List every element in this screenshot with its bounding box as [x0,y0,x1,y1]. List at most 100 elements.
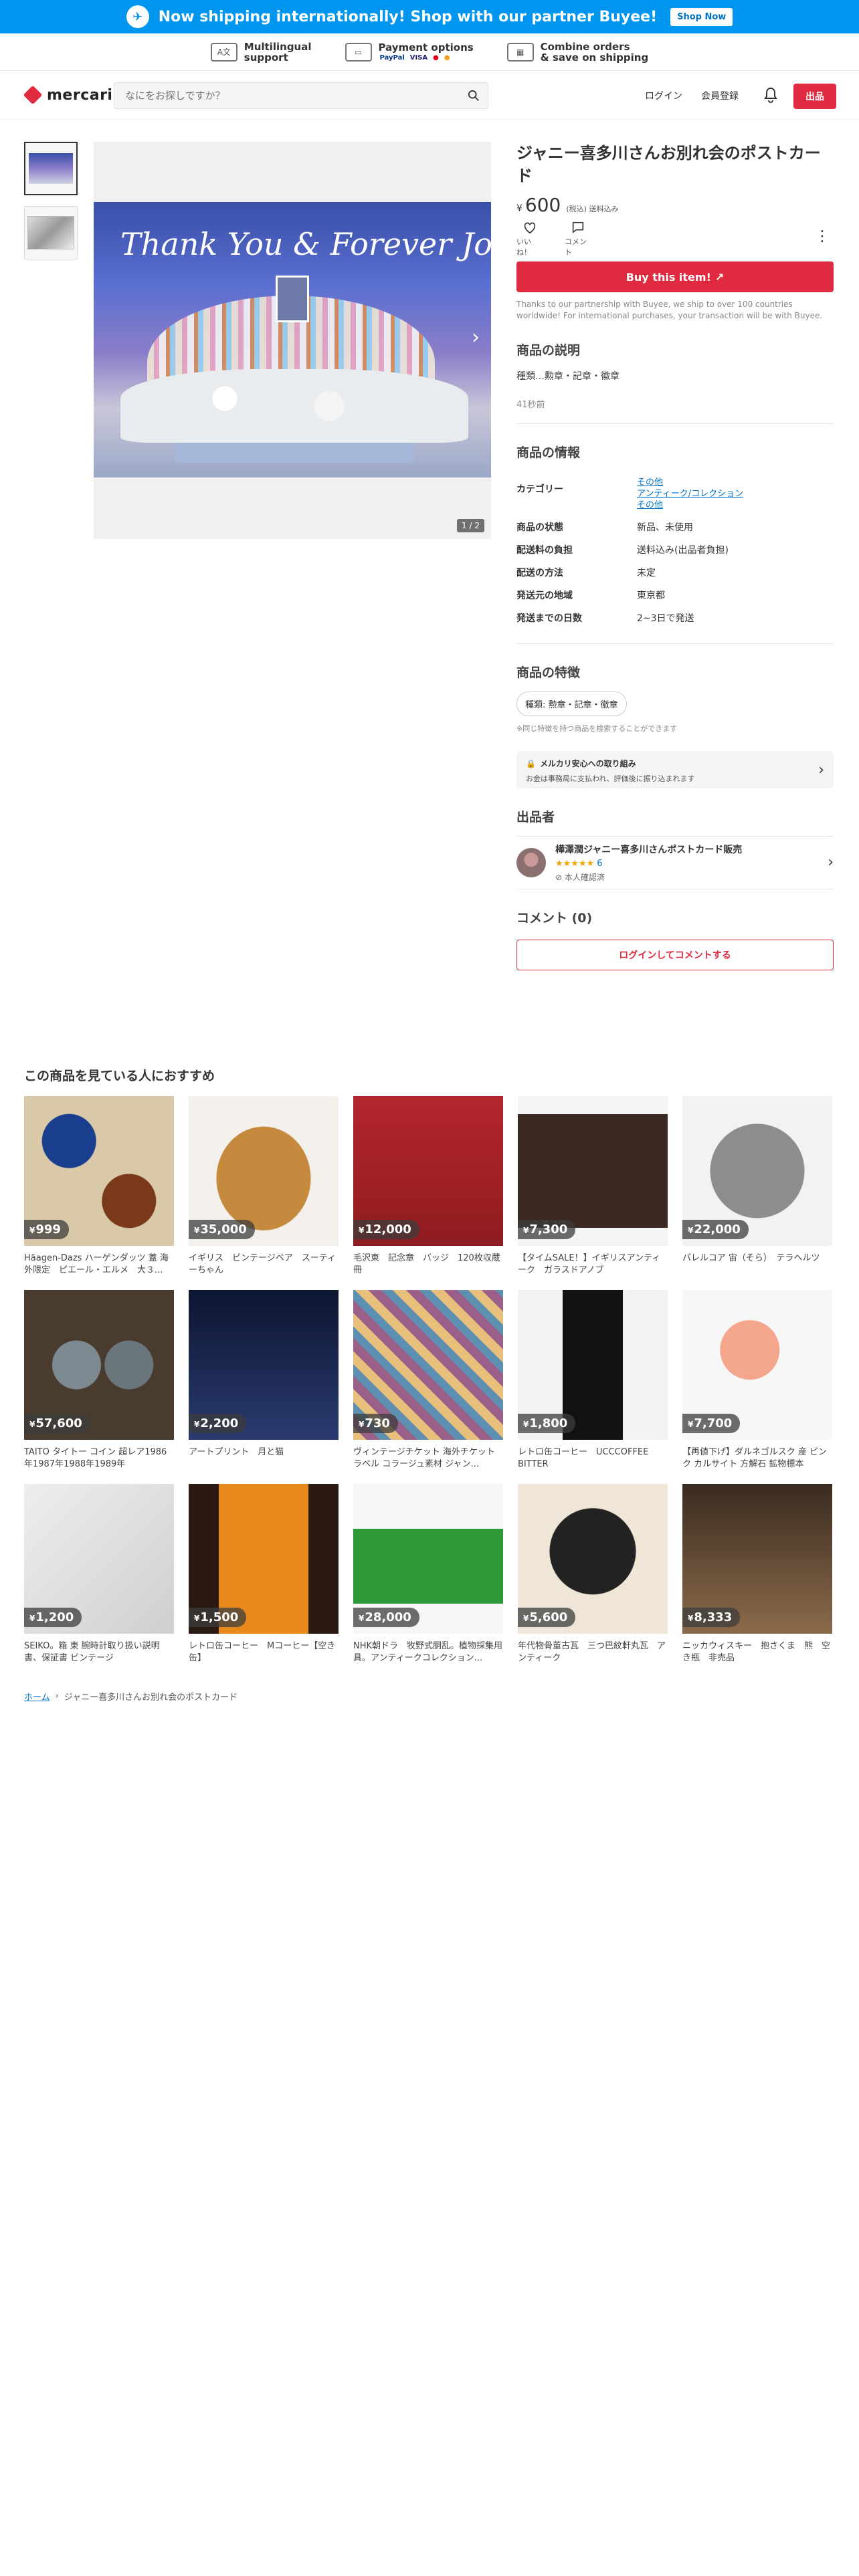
portrait [276,276,309,322]
external-link-icon: ↗ [714,270,725,284]
recommend-card[interactable]: ¥57,600 TAITO タイトー コイン 超レア1986年1987年1988年… [24,1290,174,1471]
more-options-icon[interactable]: ⋮ [815,229,830,244]
info-value: 送料込み(出品者負担) [637,545,729,556]
recommend-name: ニッカウィスキー 抱さくま 熊 空き瓶 非売品 [682,1641,831,1663]
recommend-card[interactable]: ¥730 ヴィンテージチケット 海外チケット ラベル コラージュ素材 ジャン... [353,1290,503,1471]
recommend-image: ¥5,600 [518,1484,668,1634]
feature-combine: ▦ Combine orders & save on shipping [506,41,648,63]
price-badge: ¥22,000 [682,1220,749,1239]
features-bar: A文 Multilingual support ▭ Payment options… [0,33,859,71]
price-value: 600 [524,194,561,216]
thumbnail-1[interactable] [24,142,78,195]
recommend-card[interactable]: ¥7,300 【タイムSALE！】イギリスアンティーク ガラスドアノブ [518,1096,668,1277]
recommend-card[interactable]: ¥2,200 アートプリント 月と猫 [189,1290,339,1471]
feature-multilingual: A文 Multilingual support [210,41,312,63]
recommend-card[interactable]: ¥22,000 パレルコア 宙（そら） テラヘルツ [682,1096,832,1277]
recommend-card[interactable]: ¥1,800 レトロ缶コーヒー UCCCOFFEE BITTER [518,1290,668,1471]
recommend-card[interactable]: ¥12,000 毛沢東 記念章 バッジ 120枚収蔵冊 [353,1096,503,1277]
info-section: 商品の情報 カテゴリー その他 アンティーク/コレクション その他 商品の状態新… [516,443,834,630]
recommend-card[interactable]: ¥999 Häagen-Dazs ハーゲンダッツ 蓋 海外限定 ピエール・エルメ … [24,1096,174,1277]
box-icon: ▦ [506,42,534,62]
posted-time: 41秒前 [516,400,545,410]
recommend-image: ¥22,000 [682,1096,832,1246]
lock-icon: 🔒 [526,758,536,768]
recommend-image: ¥7,300 [518,1096,668,1246]
safety-banner[interactable]: 🔒 メルカリ安心への取り組み お金は事務局に支払われ、評価後に振り込まれます › [516,751,834,788]
price: ¥ 600 (税込) 送料込み [516,194,619,216]
feature-chip[interactable]: 種類: 勲章・記章・徽章 [516,691,627,716]
check-icon: ⊘ [555,873,563,882]
price-badge: ¥7,700 [682,1414,741,1433]
register-link[interactable]: 会員登録 [701,89,739,102]
breadcrumb: ホーム › ジャニー喜多川さんお別れ会のポストカード [24,1690,237,1703]
sell-button[interactable]: 出品 [793,84,836,109]
category-link-3[interactable]: その他 [637,500,834,511]
features-section: 商品の特徴 種類: 勲章・記章・徽章 ※同じ特徴を持つ商品を検索することができま… [516,663,834,734]
heart-icon [524,222,536,234]
recommend-image: ¥8,333 [682,1484,832,1634]
comment-button[interactable]: コメント [565,220,591,257]
recommend-image: ¥1,500 [189,1484,339,1634]
mercari-logo[interactable]: mercari [23,85,112,105]
price-badge: ¥2,200 [189,1414,247,1433]
recommend-name: ヴィンテージチケット 海外チケット ラベル コラージュ素材 ジャン... [353,1447,495,1469]
recommend-name: SEIKO。箱 東 腕時計取り扱い説明書、保証書 ビンテージ [24,1641,160,1663]
recommend-image: ¥28,000 [353,1484,503,1634]
like-button[interactable]: いいね！ [516,220,543,257]
promo-banner[interactable]: ✈ Now shipping internationally! Shop wit… [0,0,859,33]
buyee-note: Thanks to our partnership with Buyee, we… [516,300,823,320]
seller-section: 出品者 樺澤潤ジャニー喜多川さんポストカード販売 ★★★★★ 6 ⊘ 本人確認済 … [516,807,834,889]
info-value: 未定 [637,568,656,578]
info-key: 配送の方法 [516,568,563,578]
category-link-1[interactable]: その他 [637,477,834,488]
recommend-card[interactable]: ¥7,700 【再値下げ】ダルネゴルスク 産 ピンク カルサイト 方解石 鉱物標本 [682,1290,832,1471]
recommend-card[interactable]: ¥5,600 年代物骨董古瓦 三つ巴紋軒丸瓦 アンティーク [518,1484,668,1665]
item-actions: いいね！ コメント ⋮ [516,221,834,257]
recommend-card[interactable]: ¥8,333 ニッカウィスキー 抱さくま 熊 空き瓶 非売品 [682,1484,832,1665]
recommend-card[interactable]: ¥1,200 SEIKO。箱 東 腕時計取り扱い説明書、保証書 ビンテージ [24,1484,174,1665]
recommend-name: イギリス ビンテージベア スーティーちゃん [189,1253,336,1275]
logo-mark-icon [23,85,43,105]
price-badge: ¥8,333 [682,1608,741,1627]
category-links: その他 アンティーク/コレクション その他 [637,471,834,516]
recommend-card[interactable]: ¥1,500 レトロ缶コーヒー Mコーヒー【空き缶】 [189,1484,339,1665]
info-key: 発送までの日数 [516,613,582,624]
login-to-comment-button[interactable]: ログインしてコメントする [516,940,834,970]
photo-title: Thank You & Forever Johnny [120,226,491,262]
header: mercari ログイン 会員登録 出品 [0,72,859,120]
next-image-icon[interactable]: › [467,328,484,348]
search-input[interactable] [114,83,488,108]
price-badge: ¥7,300 [518,1220,576,1239]
shop-now-button[interactable]: Shop Now [670,7,733,26]
item-details: ジャニー喜多川さんお別れ会のポストカード ¥ 600 (税込) 送料込み いいね… [516,142,834,970]
buy-button[interactable]: Buy this item! ↗ [516,261,834,292]
info-key: 商品の状態 [516,522,563,533]
comment-icon [572,221,584,234]
recommend-name: Häagen-Dazs ハーゲンダッツ 蓋 海外限定 ピエール・エルメ 大３..… [24,1253,169,1275]
price-note: (税込) 送料込み [566,205,619,213]
description-section: 商品の説明 種類…勲章・記章・徽章 41秒前 [516,340,834,410]
price-badge: ¥28,000 [353,1608,419,1627]
recommend-card[interactable]: ¥28,000 NHK朝ドラ 牧野式胴乱。植物採集用具。アンティークコレクション.… [353,1484,503,1665]
recommend-image: ¥7,700 [682,1290,832,1440]
price-badge: ¥1,200 [24,1608,82,1627]
main-image[interactable]: Thank You & Forever Johnny › 1 / 2 [94,142,491,539]
breadcrumb-home[interactable]: ホーム [24,1690,50,1703]
seller-card[interactable]: 樺澤潤ジャニー喜多川さんポストカード販売 ★★★★★ 6 ⊘ 本人確認済 › [516,836,834,889]
recommend-image: ¥1,800 [518,1290,668,1440]
bell-icon[interactable] [763,86,779,104]
postcard-photo: Thank You & Forever Johnny [94,202,491,477]
info-value: 2~3日で発送 [637,613,694,624]
recommend-card[interactable]: ¥35,000 イギリス ビンテージベア スーティーちゃん [189,1096,339,1277]
comments-section: コメント (0) ログインしてコメントする [516,908,834,970]
recommend-image: ¥2,200 [189,1290,339,1440]
plane-icon: ✈ [126,5,149,28]
info-value: 新品、未使用 [637,522,693,533]
search-icon[interactable] [468,90,480,102]
login-link[interactable]: ログイン [645,89,682,102]
price-badge: ¥5,600 [518,1608,576,1627]
category-link-2[interactable]: アンティーク/コレクション [637,488,834,500]
info-value: 東京都 [637,591,665,601]
thumbnail-2[interactable] [24,206,78,259]
recommend-grid: ¥999 Häagen-Dazs ハーゲンダッツ 蓋 海外限定 ピエール・エルメ … [24,1096,835,1665]
